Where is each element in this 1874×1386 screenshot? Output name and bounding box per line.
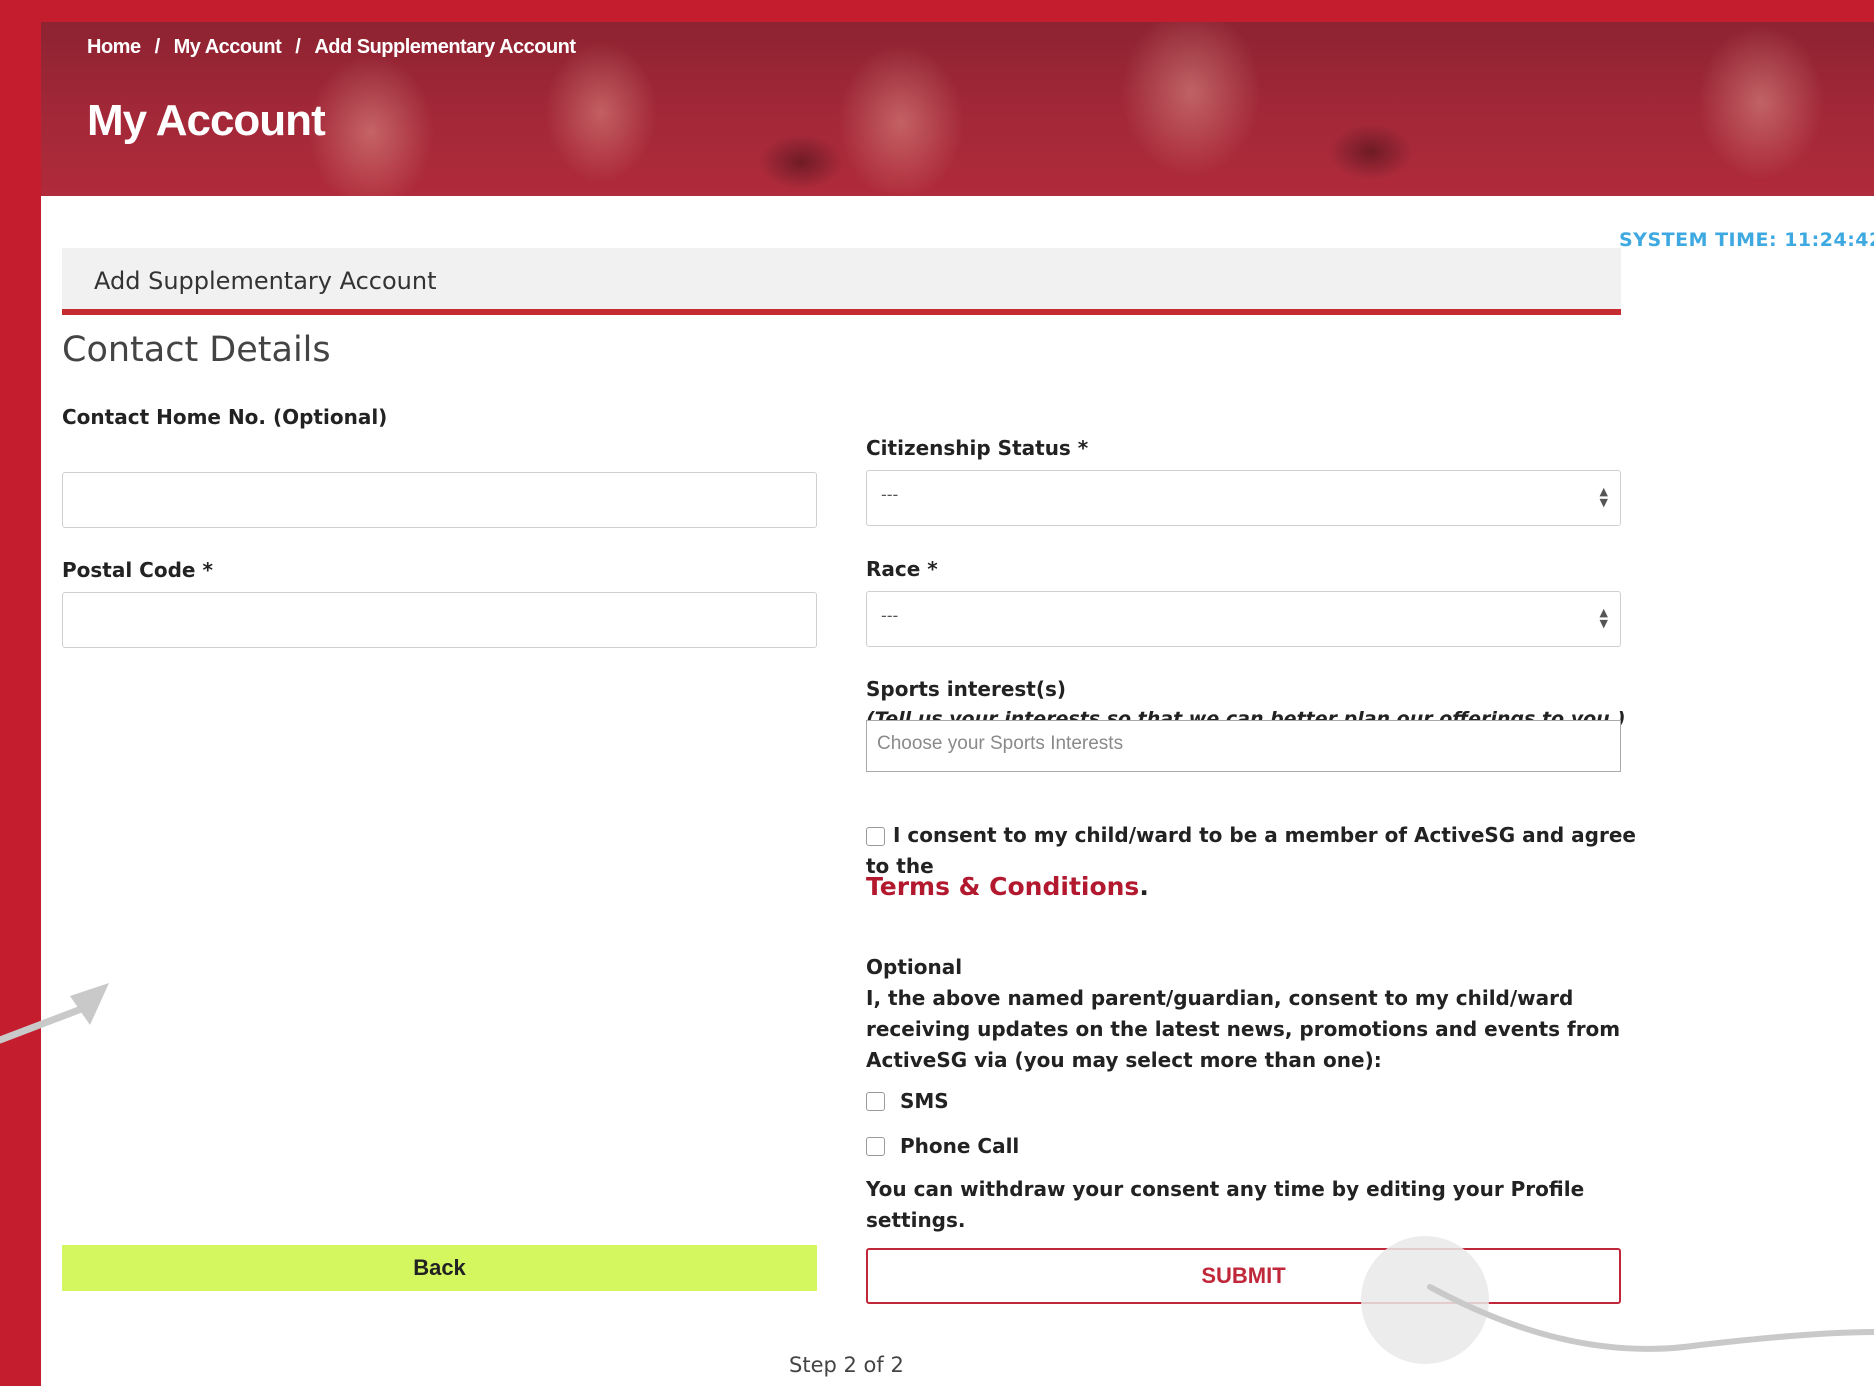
panel-header-title: Add Supplementary Account (94, 267, 437, 295)
system-time: SYSTEM TIME: 11:24:42 (1619, 229, 1874, 251)
sports-interest-label: Sports interest(s) (866, 677, 1067, 701)
race-select[interactable]: --- ▲ ▼ (866, 591, 1621, 647)
select-arrows-icon: ▲ ▼ (1599, 606, 1608, 630)
citizenship-selected-value: --- (881, 485, 899, 504)
terms-conditions-link[interactable]: Terms & Conditions (866, 872, 1139, 901)
step-indicator: Step 2 of 2 (789, 1353, 904, 1377)
terms-period: . (1139, 872, 1149, 901)
phone-call-label: Phone Call (900, 1134, 1020, 1158)
withdraw-consent-text: You can withdraw your consent any time b… (866, 1177, 1585, 1232)
hero-banner: Home / My Account / Add Supplementary Ac… (41, 22, 1874, 196)
breadcrumb: Home / My Account / Add Supplementary Ac… (87, 32, 576, 62)
optional-heading: Optional (866, 955, 963, 979)
phone-call-checkbox[interactable] (866, 1137, 885, 1156)
back-button[interactable]: Back (62, 1245, 817, 1291)
citizenship-label: Citizenship Status * (866, 436, 1089, 460)
race-selected-value: --- (881, 606, 899, 625)
breadcrumb-my-account-link[interactable]: My Account (174, 36, 282, 59)
sports-interest-input[interactable]: Choose your Sports Interests (866, 720, 1621, 772)
submit-button[interactable]: SUBMIT (866, 1248, 1621, 1304)
citizenship-select[interactable]: --- ▲ ▼ (866, 470, 1621, 526)
contact-home-input[interactable] (62, 472, 817, 528)
breadcrumb-home-link[interactable]: Home (87, 36, 141, 59)
breadcrumb-current: Add Supplementary Account (314, 35, 576, 58)
breadcrumb-separator: / (295, 35, 301, 58)
section-title: Contact Details (62, 330, 331, 370)
postal-code-label: Postal Code * (62, 558, 213, 582)
panel-header: Add Supplementary Account (62, 248, 1621, 315)
race-label: Race * (866, 557, 938, 581)
contact-home-label: Contact Home No. (Optional) (62, 405, 388, 429)
select-arrows-icon: ▲ ▼ (1599, 485, 1608, 509)
terms-conditions-row: Terms & Conditions. (866, 872, 1149, 901)
page-title: My Account (87, 96, 326, 145)
optional-consent-text: I, the above named parent/guardian, cons… (866, 986, 1621, 1072)
sms-label: SMS (900, 1089, 949, 1113)
postal-code-input[interactable] (62, 592, 817, 648)
sms-checkbox[interactable] (866, 1092, 885, 1111)
breadcrumb-separator: / (154, 35, 161, 58)
